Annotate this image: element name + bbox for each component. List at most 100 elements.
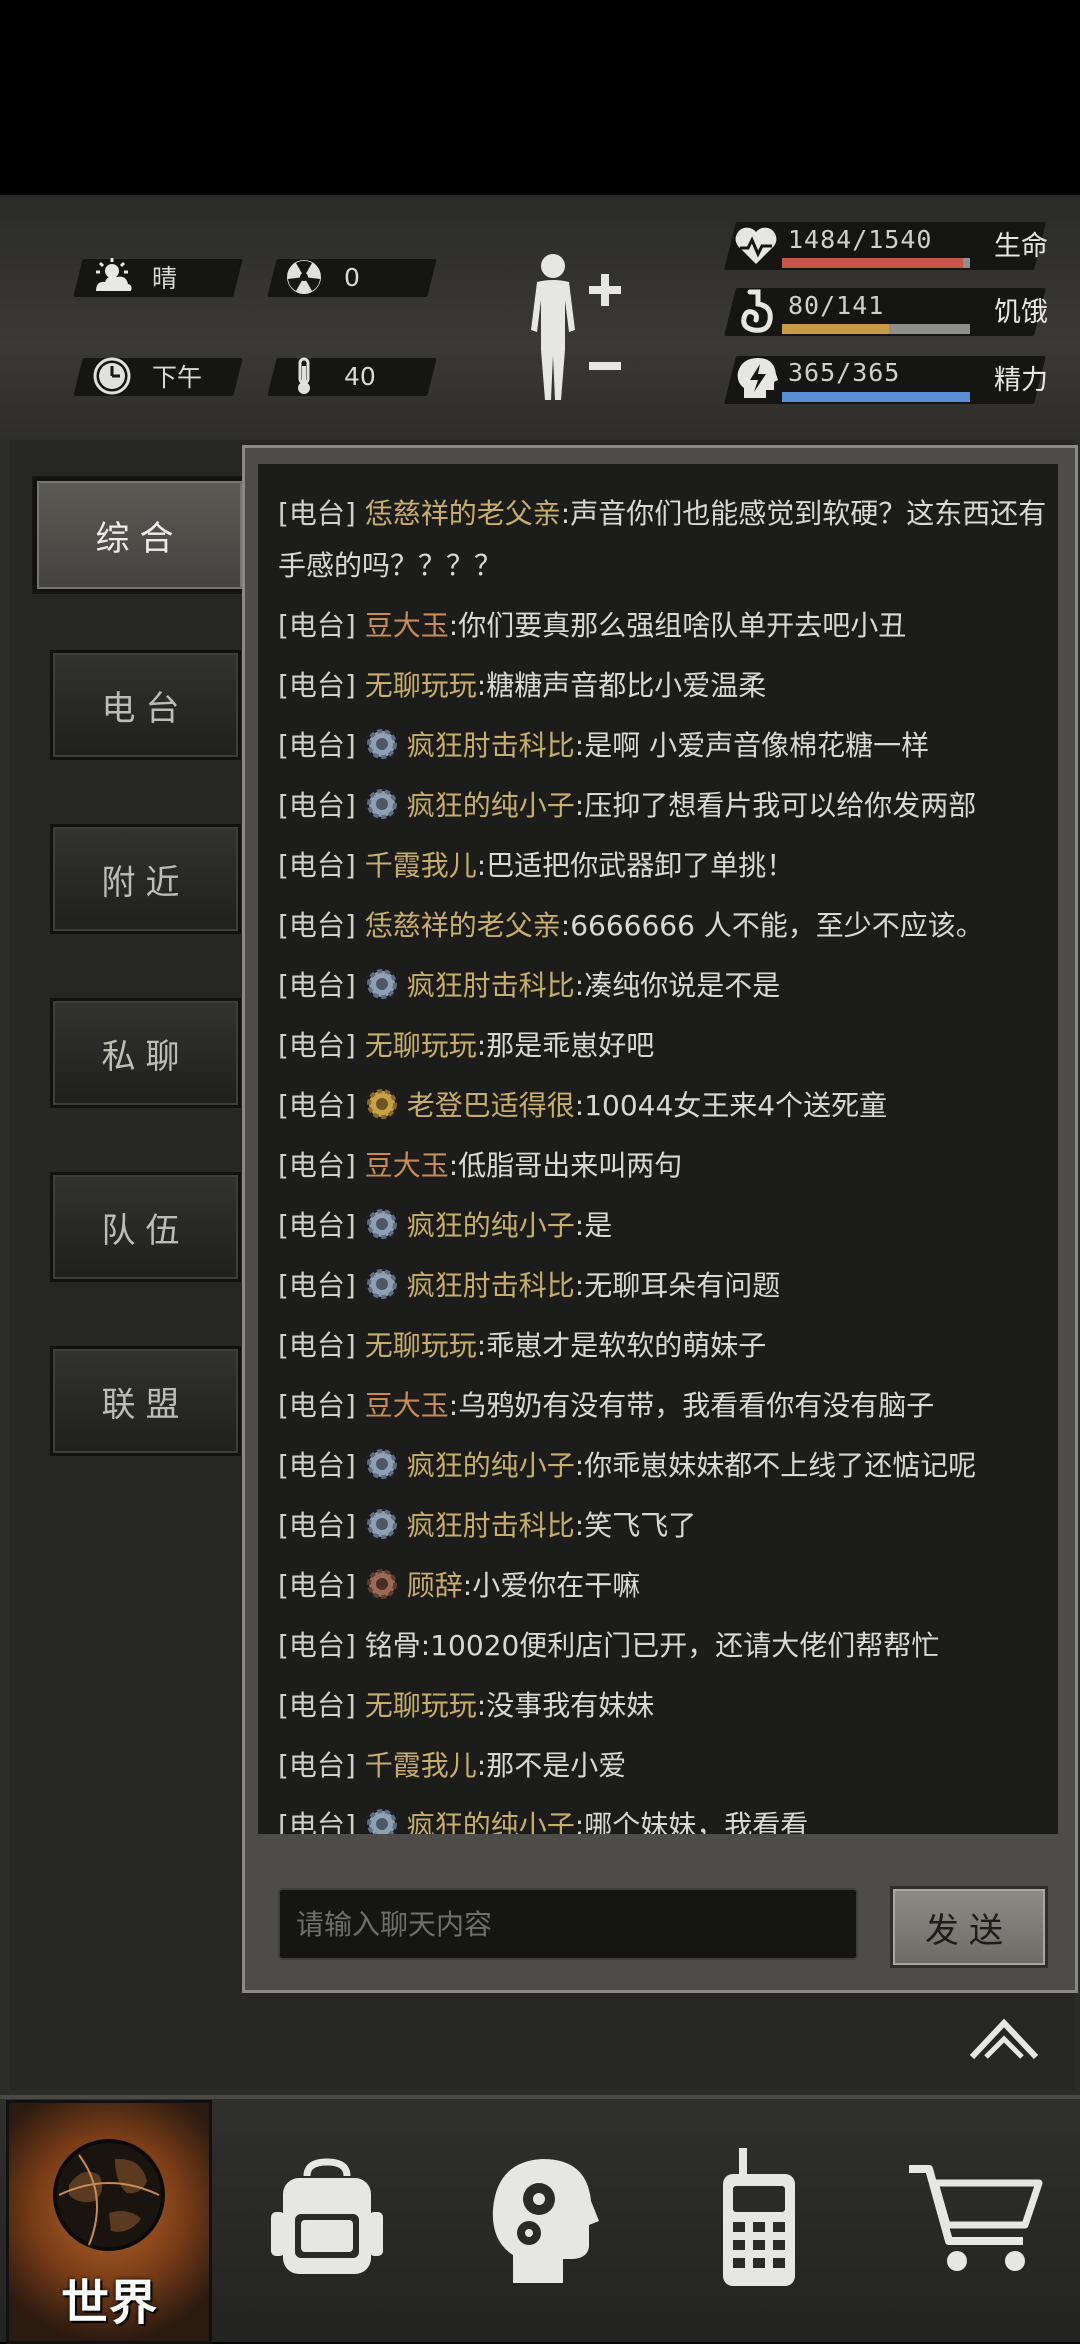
chat-message: [电台] 恁慈祥的老父亲:6666666 人不能，至少不应该。: [258, 896, 1058, 956]
chat-sender-name[interactable]: 无聊玩玩: [365, 669, 477, 702]
time-status: 下午: [90, 356, 202, 396]
gear-badge-icon: [366, 789, 397, 819]
chat-message-text: :你们要真那么强组啥队单开去吧小丑: [448, 609, 907, 642]
chat-input-wrapper[interactable]: [278, 1888, 858, 1960]
chat-channel-tag: [电台]: [278, 1629, 365, 1662]
chat-channel-tag: [电台]: [278, 789, 365, 822]
heart-pulse-icon: [735, 227, 777, 264]
tab-radio[interactable]: 电台: [50, 650, 241, 760]
chat-sender-name[interactable]: 疯狂肘击科比: [407, 729, 575, 762]
radiation-status: 0: [282, 257, 360, 297]
chat-message: [电台] 铭骨:10020便利店门已开，还请大佬们帮帮忙: [258, 1616, 1058, 1676]
chat-channel-tag: [电台]: [278, 1569, 365, 1602]
send-button[interactable]: 发送: [890, 1886, 1048, 1968]
chat-sender-name[interactable]: 无聊玩玩: [365, 1029, 477, 1062]
tab-team[interactable]: 队伍: [50, 1172, 241, 1282]
hunger-bar-track: [782, 324, 970, 334]
nav-shop-button[interactable]: [870, 2100, 1080, 2338]
head-bolt-icon: [737, 358, 778, 398]
gear-badge-icon: [366, 969, 397, 999]
gear-badge-icon: [366, 1449, 397, 1479]
chat-message-text: :10044女王来4个送死童: [574, 1089, 888, 1122]
chat-sender-name[interactable]: 疯狂的纯小子: [407, 1449, 575, 1482]
body-figure-icon[interactable]: [515, 250, 625, 410]
nav-skills-button[interactable]: [438, 2100, 648, 2338]
chat-message: [电台] 无聊玩玩:乖崽才是软软的萌妹子: [258, 1316, 1058, 1376]
chat-channel-tag: [电台]: [278, 1749, 365, 1782]
energy-bar-track: [782, 392, 970, 402]
tab-general[interactable]: 综合: [34, 478, 245, 592]
chat-message-text: :10020便利店门已开，还请大佬们帮帮忙: [420, 1629, 940, 1662]
chat-channel-tag: [电台]: [278, 1509, 365, 1542]
gear-badge-icon: [366, 1209, 397, 1239]
chat-message: [电台] 千霞我儿:那不是小爱: [258, 1736, 1058, 1796]
chat-sender-name[interactable]: 疯狂的纯小子: [407, 1209, 575, 1242]
tab-alliance[interactable]: 联盟: [50, 1346, 241, 1456]
chat-sender-name[interactable]: 豆大玉: [365, 1149, 449, 1182]
chat-sender-name[interactable]: 千霞我儿: [365, 849, 477, 882]
chat-sender-name[interactable]: 疯狂肘击科比: [407, 969, 575, 1002]
thermometer-icon: [298, 357, 310, 394]
nav-backpack-button[interactable]: [222, 2100, 432, 2338]
chat-message-list[interactable]: [电台] 恁慈祥的老父亲:声音你们也能感觉到软硬？这东西还有手感的吗？？？？ [电…: [258, 464, 1058, 1834]
chat-channel-tag: [电台]: [278, 669, 365, 702]
chat-channel-tag: [电台]: [278, 1089, 365, 1122]
radiation-value: 0: [344, 262, 360, 292]
cart-icon: [909, 2165, 1043, 2271]
chat-sender-name[interactable]: 恁慈祥的老父亲: [365, 909, 561, 942]
bronze-gear-badge-icon: [366, 1569, 397, 1599]
chat-sender-name[interactable]: 千霞我儿: [365, 1749, 477, 1782]
chat-message-text: :糖糖声音都比小爱温柔: [476, 669, 767, 702]
chat-message: [电台] 无聊玩玩:糖糖声音都比小爱温柔: [258, 656, 1058, 716]
nav-world-button[interactable]: 世界: [6, 2100, 212, 2344]
nav-radio-button[interactable]: [654, 2100, 864, 2338]
chat-channel-tag: [电台]: [278, 909, 365, 942]
radiation-icon: [287, 260, 321, 294]
chat-sender-name[interactable]: 恁慈祥的老父亲: [365, 497, 561, 530]
chat-input[interactable]: [280, 1890, 856, 1958]
chat-message: [电台] 疯狂的纯小子:压抑了想看片我可以给你发两部: [258, 776, 1058, 836]
chat-sender-name[interactable]: 豆大玉: [365, 1389, 449, 1422]
energy-value: 365/365: [788, 358, 901, 387]
chat-sender-name[interactable]: 豆大玉: [365, 609, 449, 642]
chat-message-text: :乖崽才是软软的萌妹子: [476, 1329, 767, 1362]
chat-sender-name[interactable]: 无聊玩玩: [365, 1329, 477, 1362]
chat-sender-name[interactable]: 老登巴适得很: [407, 1089, 575, 1122]
chat-sender-name[interactable]: 疯狂肘击科比: [407, 1509, 575, 1542]
nav-world-label: 世界: [60, 2275, 157, 2331]
gear-badge-icon: [366, 729, 397, 759]
chat-channel-tag: [电台]: [278, 1329, 365, 1362]
chat-sender-name[interactable]: 疯狂肘击科比: [407, 1269, 575, 1302]
health-bar-fill: [782, 258, 964, 268]
hunger-value: 80/141: [788, 291, 885, 320]
chat-message-text: :那不是小爱: [476, 1749, 627, 1782]
tab-nearby[interactable]: 附近: [50, 824, 241, 934]
chat-message-text: :6666666 人不能，至少不应该。: [560, 909, 984, 942]
chat-sender-name[interactable]: 疯狂的纯小子: [407, 1809, 575, 1834]
chat-sender-name[interactable]: 铭骨: [365, 1629, 421, 1662]
chat-sender-name[interactable]: 顾辞: [407, 1569, 463, 1602]
chat-message: [电台] 疯狂肘击科比:凑纯你说是不是: [258, 956, 1058, 1016]
chat-message-text: :小爱你在干嘛: [462, 1569, 641, 1602]
chat-sender-name[interactable]: 疯狂的纯小子: [407, 789, 575, 822]
chat-message: [电台] 疯狂肘击科比:笑飞飞了: [258, 1496, 1058, 1556]
gear-badge-icon: [366, 1509, 397, 1539]
chat-message-text: :没事我有妹妹: [476, 1689, 655, 1722]
chat-channel-tag: [电台]: [278, 1149, 365, 1182]
chat-message: [电台] 疯狂肘击科比:是啊 小爱声音像棉花糖一样: [258, 716, 1058, 776]
sun-cloud-icon: [96, 258, 132, 291]
collapse-up-icon[interactable]: [968, 2015, 1040, 2063]
chat-channel-tag: [电台]: [278, 729, 365, 762]
chat-message-text: :是啊 小爱声音像棉花糖一样: [574, 729, 930, 762]
chat-sender-name[interactable]: 无聊玩玩: [365, 1689, 477, 1722]
chat-message-text: :巴适把你武器卸了单挑！: [476, 849, 795, 882]
chat-message-text: :压抑了想看片我可以给你发两部: [574, 789, 977, 822]
chat-message-text: :无聊耳朵有问题: [574, 1269, 781, 1302]
temperature-status: 40: [282, 356, 376, 396]
hunger-label: 饥饿: [994, 297, 1048, 328]
chat-channel-tag: [电台]: [278, 1029, 365, 1062]
chat-message: [电台] 无聊玩玩:没事我有妹妹: [258, 1676, 1058, 1736]
head-gears-icon: [492, 2159, 599, 2283]
chat-message: [电台] 顾辞:小爱你在干嘛: [258, 1556, 1058, 1616]
tab-private[interactable]: 私聊: [50, 998, 241, 1108]
